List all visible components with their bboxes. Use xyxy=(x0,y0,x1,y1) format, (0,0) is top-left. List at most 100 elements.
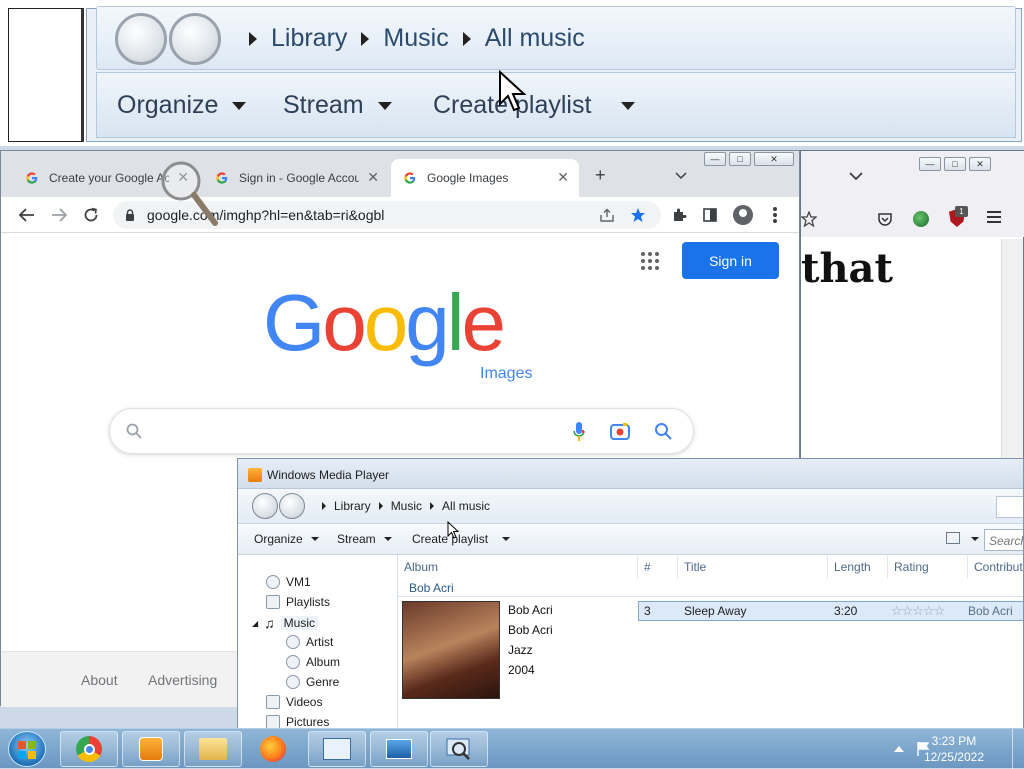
camera-lens-icon[interactable] xyxy=(610,422,630,440)
tree-item-genre[interactable]: Genre xyxy=(286,675,339,689)
tab-sign-in[interactable]: Sign in - Google Accoun ✕ xyxy=(203,159,389,197)
firefox-scrollbar[interactable] xyxy=(1001,239,1023,459)
close-tab-icon[interactable]: ✕ xyxy=(367,169,379,186)
taskbar-media-player[interactable] xyxy=(122,731,180,767)
search-input[interactable]: Search xyxy=(984,529,1023,551)
firefox-window-controls: — □ ✕ xyxy=(919,157,991,171)
stream-menu[interactable]: Stream xyxy=(283,91,392,120)
column-album[interactable]: Album xyxy=(398,555,638,579)
tree-item-artist[interactable]: Artist xyxy=(286,635,333,649)
extensions-puzzle-icon[interactable] xyxy=(671,207,687,223)
lock-icon xyxy=(126,209,134,221)
media-player-window: Windows Media Player Library Music All m… xyxy=(237,458,1024,730)
create-playlist-menu[interactable]: Create playlist xyxy=(412,532,511,546)
apps-grid-icon[interactable] xyxy=(641,252,659,270)
organize-label: Organize xyxy=(117,91,219,119)
breadcrumb-all-music[interactable]: All music xyxy=(485,24,585,53)
album-group-header[interactable]: Bob Acri xyxy=(398,579,1023,597)
column-title[interactable]: Title xyxy=(678,555,828,579)
forward-icon[interactable] xyxy=(169,13,221,65)
column-length[interactable]: Length xyxy=(828,555,888,579)
tab-google-images[interactable]: Google Images ✕ xyxy=(391,159,579,197)
show-desktop-button[interactable] xyxy=(1012,729,1024,769)
search-icon xyxy=(126,423,142,439)
tree-item-videos[interactable]: Videos xyxy=(266,695,322,709)
view-options-icon[interactable] xyxy=(946,532,960,544)
clock[interactable]: 3:23 PM 12/25/2022 xyxy=(924,733,984,765)
tree-item-album[interactable]: Album xyxy=(286,655,340,669)
back-icon[interactable] xyxy=(252,493,278,519)
extension-badge: 1 xyxy=(955,206,968,217)
maximize-button[interactable]: □ xyxy=(944,157,966,171)
forward-arrow-icon[interactable] xyxy=(51,208,67,222)
chevron-down-icon[interactable] xyxy=(849,171,863,181)
folder-icon xyxy=(199,738,227,760)
breadcrumb-library[interactable]: Library xyxy=(271,24,347,53)
minimize-button[interactable]: — xyxy=(919,157,941,171)
wmp-toolbar: Organize Stream Create playlist Search xyxy=(238,523,1023,555)
back-icon[interactable] xyxy=(115,13,167,65)
taskbar-chrome[interactable] xyxy=(60,731,118,767)
taskbar-explorer[interactable] xyxy=(184,731,242,767)
search-submit-icon[interactable] xyxy=(654,422,672,440)
footer-link-about[interactable]: About xyxy=(81,672,118,688)
close-button[interactable]: ✕ xyxy=(969,157,991,171)
footer-link-advertising[interactable]: Advertising xyxy=(148,672,217,688)
chevron-down-icon[interactable] xyxy=(971,537,979,541)
chevron-down-icon[interactable] xyxy=(675,172,687,180)
breadcrumb-library[interactable]: Library xyxy=(334,499,371,513)
wmp-title: Windows Media Player xyxy=(267,468,390,482)
wmp-play-tab[interactable] xyxy=(996,496,1023,518)
table-row[interactable]: 3 Sleep Away 3:20 ☆☆☆☆☆ Bob Acri xyxy=(638,601,1023,621)
more-menu-icon[interactable] xyxy=(773,207,777,223)
forward-icon[interactable] xyxy=(279,493,305,519)
column-rating[interactable]: Rating xyxy=(888,555,968,579)
show-hidden-icons-icon[interactable] xyxy=(894,746,904,752)
organize-menu[interactable]: Organize xyxy=(117,91,247,120)
magnified-left-pane xyxy=(8,8,84,142)
microphone-icon[interactable] xyxy=(572,421,586,443)
album-cover[interactable] xyxy=(402,601,500,699)
column-contributing[interactable]: Contributing xyxy=(968,555,1023,579)
close-tab-icon[interactable]: ✕ xyxy=(557,169,569,186)
windows-logo-icon xyxy=(18,741,36,759)
reload-icon[interactable] xyxy=(83,207,99,223)
sign-in-button[interactable]: Sign in xyxy=(682,242,779,279)
start-button[interactable] xyxy=(8,731,46,767)
menu-icon[interactable] xyxy=(987,211,1001,223)
rating-stars-icon[interactable]: ☆☆☆☆☆ xyxy=(891,603,945,619)
maximize-button[interactable]: □ xyxy=(729,152,751,166)
breadcrumb-all-music[interactable]: All music xyxy=(442,499,490,513)
taskbar-magnifier[interactable] xyxy=(430,731,488,767)
taskbar-firefox[interactable] xyxy=(244,731,302,767)
taskbar-control-panel[interactable] xyxy=(308,731,366,767)
minimize-button[interactable]: — xyxy=(704,152,726,166)
share-icon[interactable] xyxy=(599,208,614,222)
create-playlist-menu[interactable]: Create playlist xyxy=(433,91,636,120)
clock-time: 3:23 PM xyxy=(931,734,977,748)
tree-item-vm1[interactable]: VM1 xyxy=(266,575,311,589)
column-number[interactable]: # xyxy=(638,555,678,579)
bookmark-star-icon[interactable] xyxy=(630,207,646,223)
firefox-window: — □ ✕ 1 that xyxy=(800,150,1024,460)
search-box[interactable] xyxy=(109,408,694,454)
magnified-toolbar: Organize Stream Create playlist xyxy=(96,72,1016,138)
control-panel-icon xyxy=(323,738,351,760)
new-tab-icon[interactable]: + xyxy=(595,165,606,186)
side-panel-icon[interactable] xyxy=(703,208,717,222)
pocket-icon[interactable] xyxy=(877,211,893,227)
breadcrumb-music[interactable]: Music xyxy=(383,24,448,53)
extension-globe-icon[interactable] xyxy=(913,211,929,227)
bookmark-star-icon[interactable] xyxy=(801,211,817,227)
stream-menu[interactable]: Stream xyxy=(337,532,392,546)
close-button[interactable]: ✕ xyxy=(754,152,794,166)
wmp-title-bar: Windows Media Player xyxy=(238,459,1023,489)
tree-item-playlists[interactable]: Playlists xyxy=(266,595,330,609)
taskbar-remote-desktop[interactable] xyxy=(370,731,428,767)
profile-avatar-icon[interactable] xyxy=(733,205,753,225)
back-arrow-icon[interactable] xyxy=(19,208,35,222)
organize-menu[interactable]: Organize xyxy=(254,532,319,546)
breadcrumb-music[interactable]: Music xyxy=(391,499,422,513)
tree-item-pictures[interactable]: Pictures xyxy=(266,715,329,729)
tree-item-music[interactable]: ◢ ♫ Music xyxy=(252,615,318,631)
